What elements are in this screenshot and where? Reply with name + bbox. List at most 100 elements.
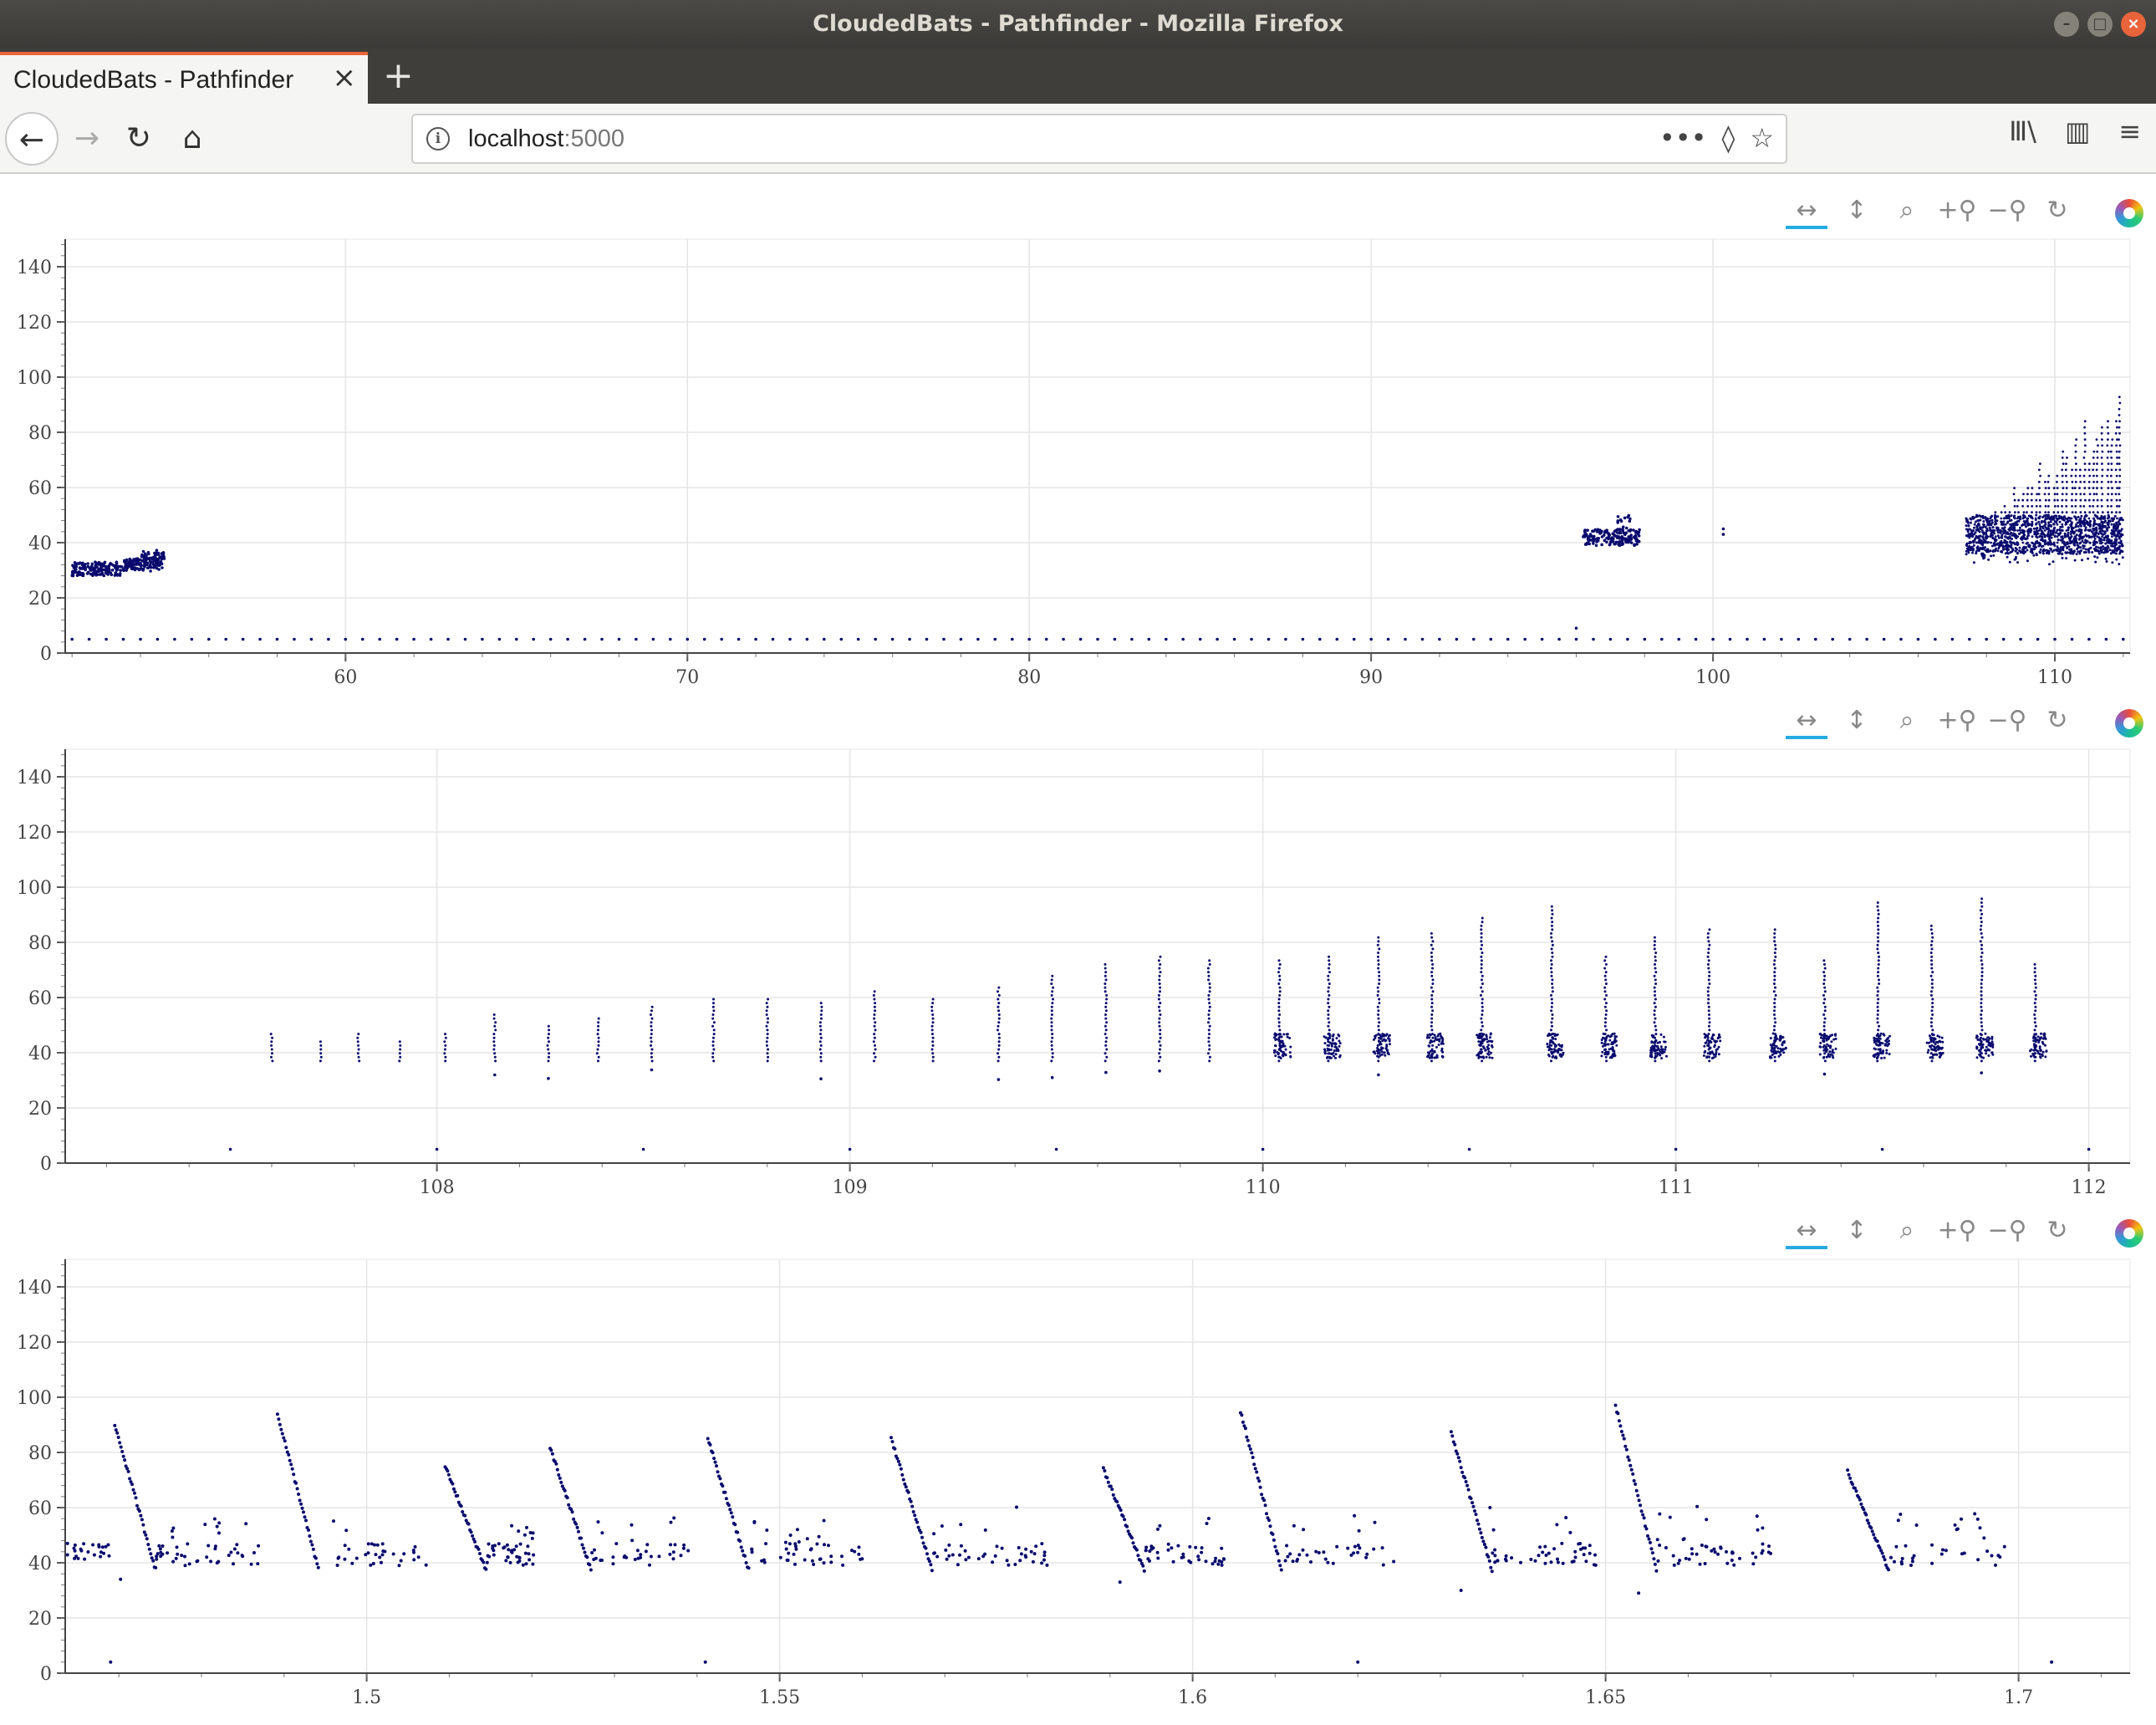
sidebar-icon[interactable]: ▥ — [2065, 115, 2090, 147]
data-point — [1317, 1551, 1321, 1554]
back-button[interactable]: ← — [5, 112, 59, 166]
data-point — [100, 571, 104, 575]
menu-icon[interactable]: ≡ — [2118, 115, 2141, 147]
plot-zoom-2[interactable]: 0 20 40 60 80 100 120 140 1.5 1.55 1.6 1.65 1.7 ↔ ↕ ⌕ +⚲… — [0, 1196, 2156, 1706]
scatter-chart-0[interactable]: 02040608010012014060 70 80 90 100 110 — [0, 176, 2156, 686]
data-point — [1707, 1044, 1710, 1047]
data-point — [2041, 1040, 2044, 1044]
data-point — [532, 1553, 536, 1557]
url-text[interactable]: localhost:5000 — [468, 125, 624, 153]
data-point — [1551, 909, 1554, 912]
data-point — [1873, 1047, 1876, 1050]
new-tab-button[interactable]: + — [383, 52, 414, 100]
pan-y-tool-icon[interactable]: ↕ — [1836, 702, 1878, 739]
pocket-icon[interactable]: ◊ — [1722, 122, 1736, 154]
data-point — [1928, 1034, 1931, 1038]
tab-active[interactable]: CloudedBats - Pathfinder × — [0, 52, 368, 104]
reload-button[interactable]: ↻ — [112, 112, 166, 166]
plot-zoom-1[interactable]: 0 20 40 60 80 100 120 140 108 109 110 111 112 ↔ ↕ ⌕ +⚲ −⚲… — [0, 686, 2156, 1196]
data-point — [1980, 982, 1983, 985]
data-point — [2074, 517, 2077, 520]
data-point — [139, 637, 142, 641]
data-point — [2114, 431, 2118, 435]
data-point — [2017, 511, 2020, 514]
data-point — [1481, 1009, 1484, 1013]
data-point — [1104, 1040, 1108, 1044]
data-point — [492, 1033, 496, 1036]
data-point — [841, 1563, 845, 1567]
data-point — [526, 1544, 530, 1549]
data-point — [1543, 1544, 1547, 1549]
data-point — [2034, 974, 2037, 977]
data-point — [2097, 549, 2100, 552]
reset-tool-icon[interactable]: ↻ — [2036, 192, 2078, 229]
data-point — [1327, 1013, 1330, 1016]
data-point — [2075, 529, 2078, 532]
data-point — [765, 1013, 768, 1016]
forward-button[interactable]: → — [60, 112, 114, 166]
data-point — [1988, 519, 1991, 523]
data-point — [357, 1055, 360, 1059]
data-point — [2070, 474, 2073, 477]
zoom-out-tool-icon[interactable]: −⚲ — [1986, 702, 2028, 739]
bookmark-star-icon[interactable]: ☆ — [1750, 122, 1774, 154]
library-icon[interactable]: Ⅲ\ — [2009, 115, 2036, 147]
data-point — [1774, 1050, 1777, 1054]
data-point — [2089, 519, 2092, 523]
data-point — [2064, 468, 2067, 472]
scatter-chart-1[interactable]: 020406080100120140108 109 110 111 112 — [0, 686, 2156, 1196]
data-point — [873, 998, 876, 1001]
data-point — [209, 1559, 213, 1564]
data-point — [1983, 531, 1985, 534]
data-point — [1181, 1552, 1185, 1556]
data-point — [2084, 444, 2087, 447]
url-bar[interactable]: i localhost:5000 ••• ◊ ☆ — [411, 114, 1787, 164]
bokeh-logo-icon[interactable] — [2115, 199, 2143, 227]
data-point — [766, 1033, 769, 1036]
data-point — [304, 1518, 308, 1523]
data-point — [1250, 1451, 1254, 1455]
data-point — [712, 1009, 716, 1013]
zoom-in-tool-icon[interactable]: +⚲ — [1936, 192, 1978, 229]
data-point — [399, 1055, 402, 1059]
zoom-in-tool-icon[interactable]: +⚲ — [1936, 702, 1978, 739]
data-point — [1335, 1046, 1338, 1049]
data-point — [547, 1036, 550, 1039]
data-point — [2110, 462, 2113, 465]
data-point — [1638, 528, 1641, 532]
data-point — [213, 1547, 217, 1551]
minimize-icon[interactable]: – — [2054, 12, 2079, 37]
data-point — [2096, 487, 2098, 490]
close-window-icon[interactable]: × — [2121, 12, 2146, 37]
data-point — [2101, 511, 2104, 514]
pan-y-tool-icon[interactable]: ↕ — [1836, 192, 1878, 229]
data-point — [2087, 547, 2091, 550]
data-point — [1975, 1047, 1979, 1050]
home-button[interactable]: ⌂ — [166, 112, 219, 166]
tab-close-icon[interactable]: × — [333, 64, 357, 92]
data-point — [716, 1470, 720, 1474]
plot-overview[interactable]: 0 20 40 60 80 100 120 140 60 70 80 90 100 110 ↔ ↕ ⌕ +⚲ −⚲ ↻ — [0, 176, 2156, 686]
scatter-chart-2[interactable]: 0204060801001201401.5 1.55 1.6 1.65 1.7 — [0, 1196, 2156, 1706]
zoom-out-tool-icon[interactable]: −⚲ — [1986, 192, 2028, 229]
data-point — [1822, 1013, 1826, 1016]
data-point — [2026, 521, 2029, 524]
data-point — [373, 1543, 376, 1547]
bokeh-logo-icon[interactable] — [2115, 709, 2143, 737]
pan-x-tool-icon[interactable]: ↔ — [1786, 192, 1827, 229]
site-info-icon[interactable]: i — [426, 127, 450, 151]
data-point — [113, 1423, 117, 1427]
pan-x-tool-icon[interactable]: ↔ — [1786, 702, 1827, 739]
box-zoom-tool-icon[interactable]: ⌕ — [1886, 702, 1928, 739]
data-point — [565, 1496, 569, 1500]
data-point — [1976, 519, 1980, 523]
box-zoom-tool-icon[interactable]: ⌕ — [1886, 192, 1928, 229]
reset-tool-icon[interactable]: ↻ — [2036, 702, 2078, 739]
data-point — [1925, 1041, 1929, 1044]
data-point — [1653, 947, 1656, 951]
maximize-icon[interactable]: □ — [2087, 12, 2113, 37]
more-actions-icon[interactable]: ••• — [1659, 122, 1707, 154]
data-point — [298, 1498, 302, 1503]
data-point — [1587, 539, 1591, 543]
data-point — [766, 1021, 769, 1024]
